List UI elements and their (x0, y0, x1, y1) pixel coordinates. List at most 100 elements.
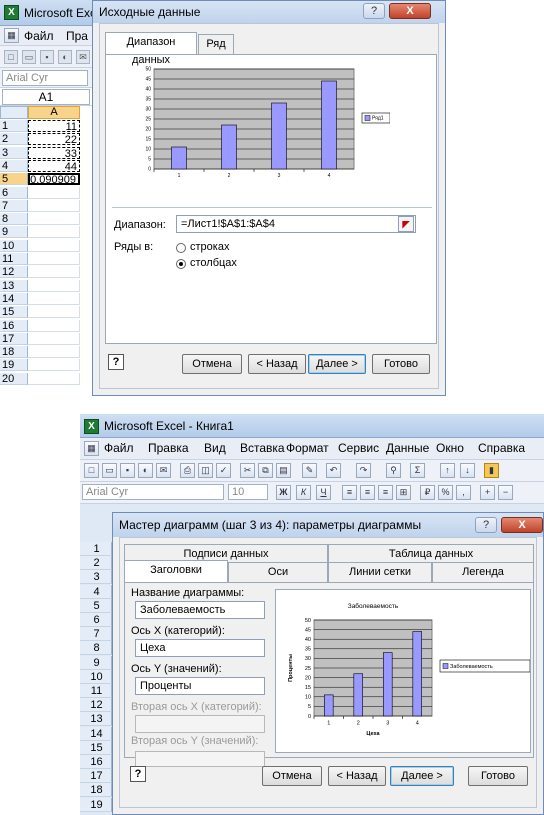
row-header[interactable]: 6 (0, 186, 28, 199)
font-name-select-2[interactable]: Arial Cyr (82, 484, 224, 500)
row-header[interactable]: 9 (80, 655, 112, 670)
menu-file-2[interactable]: Файл (104, 441, 134, 455)
new-document-icon[interactable]: □ (4, 50, 18, 64)
open-folder-icon-2[interactable]: ▭ (102, 463, 117, 478)
cell-a4[interactable]: 44 (28, 159, 80, 173)
row-header[interactable]: 5 (80, 598, 112, 613)
back-button[interactable]: < Назад (248, 354, 306, 374)
menu-format-2[interactable]: Формат (286, 441, 329, 455)
finish-button[interactable]: Готово (372, 354, 430, 374)
chart-wizard-icon[interactable]: ▮ (484, 463, 499, 478)
decrease-decimal-icon[interactable]: − (498, 485, 513, 500)
row-header[interactable]: 3 (0, 146, 28, 159)
cell-a13[interactable] (28, 279, 80, 292)
cell-a15[interactable] (28, 306, 80, 319)
wizard-close-icon[interactable]: X (501, 517, 543, 533)
row-header[interactable]: 19 (0, 359, 28, 372)
sort-ascending-icon[interactable]: ↑ (440, 463, 455, 478)
row-header[interactable]: 10 (0, 239, 28, 252)
series-in-rows-radio[interactable] (176, 243, 186, 253)
cancel-button[interactable]: Отмена (182, 354, 242, 374)
paste-icon[interactable]: ▤ (276, 463, 291, 478)
x-axis-title-input[interactable]: Цеха (135, 639, 265, 657)
wizard-help-button[interactable]: ? (130, 766, 146, 782)
bold-button[interactable]: Ж (276, 485, 291, 500)
row-header[interactable]: 11 (80, 684, 112, 698)
menu-edit[interactable]: Пра (66, 29, 88, 43)
menu-help-2[interactable]: Справка (478, 441, 525, 455)
tab-legend[interactable]: Легенда (432, 562, 534, 582)
collapse-dialog-icon[interactable]: ◤ (398, 216, 414, 232)
cell-a1[interactable]: 11 (28, 120, 80, 133)
cell-a12[interactable] (28, 266, 80, 279)
cell-a2[interactable]: 22 (28, 133, 80, 146)
open-folder-icon[interactable]: ▭ (22, 50, 36, 64)
chart-title-input[interactable]: Заболеваемость (135, 601, 265, 619)
align-center-icon[interactable]: ≡ (360, 485, 375, 500)
cell-a20[interactable] (28, 372, 80, 385)
row-header[interactable]: 17 (0, 332, 28, 345)
cell-a3[interactable]: 33 (28, 146, 80, 160)
workbook-icon-2[interactable]: ▦ (84, 441, 99, 456)
row-header[interactable]: 2 (0, 133, 28, 146)
cell-a18[interactable] (28, 346, 80, 359)
series-in-columns-radio[interactable] (176, 259, 186, 269)
row-header[interactable]: 4 (0, 159, 28, 172)
print-preview-icon[interactable]: ◫ (198, 463, 213, 478)
format-painter-icon[interactable]: ✎ (302, 463, 317, 478)
new-document-icon-2[interactable]: □ (84, 463, 99, 478)
row-header[interactable]: 15 (80, 740, 112, 755)
tab-data-table[interactable]: Таблица данных (328, 544, 534, 564)
row-header[interactable]: 7 (0, 199, 28, 212)
row-header[interactable]: 5 (0, 173, 28, 186)
row-header[interactable]: 11 (0, 253, 28, 265)
currency-icon[interactable]: ₽ (420, 485, 435, 500)
row-header[interactable]: 1 (80, 542, 112, 556)
wizard-next-button[interactable]: Далее > (390, 766, 454, 786)
row-header[interactable]: 18 (80, 783, 112, 798)
row-header[interactable]: 13 (0, 279, 28, 292)
row-header[interactable]: 20 (0, 372, 28, 385)
save-icon[interactable]: ▪ (40, 50, 54, 64)
row-header[interactable]: 19 (80, 797, 112, 812)
underline-button[interactable]: Ч (316, 485, 331, 500)
print-icon[interactable]: ⎙ (180, 463, 195, 478)
percent-icon[interactable]: % (438, 485, 453, 500)
thousands-icon[interactable]: , (456, 485, 471, 500)
tab-titles[interactable]: Заголовки (124, 560, 228, 582)
italic-button[interactable]: К (296, 485, 311, 500)
cell-a5[interactable]: 0.090909 (28, 173, 80, 186)
range-input[interactable]: =Лист1!$A$1:$A$4 (176, 215, 416, 233)
email-icon[interactable]: ✉ (76, 50, 90, 64)
row-header[interactable]: 4 (80, 584, 112, 599)
row-header[interactable]: 16 (80, 755, 112, 769)
close-icon[interactable]: X (389, 3, 431, 19)
align-left-icon[interactable]: ≡ (342, 485, 357, 500)
cell-a8[interactable] (28, 213, 80, 226)
email-icon-2[interactable]: ✉ (156, 463, 171, 478)
tab-data-range[interactable]: Диапазон данных (105, 32, 197, 66)
workbook-icon[interactable]: ▦ (4, 28, 19, 43)
menu-view-2[interactable]: Вид (204, 441, 226, 455)
permission-icon-2[interactable]: ◐ (138, 463, 153, 478)
wizard-finish-button[interactable]: Готово (468, 766, 528, 786)
wizard-help-icon-top[interactable]: ? (475, 517, 497, 533)
cell-a19[interactable] (28, 359, 80, 372)
cell-a14[interactable] (28, 292, 80, 305)
hyperlink-icon[interactable]: ⚲ (386, 463, 401, 478)
cut-icon[interactable]: ✂ (240, 463, 255, 478)
sort-descending-icon[interactable]: ↓ (460, 463, 475, 478)
row-header[interactable]: 17 (80, 769, 112, 784)
menu-data-2[interactable]: Данные (386, 441, 429, 455)
series-in-columns-label[interactable]: столбцах (190, 257, 237, 269)
copy-icon[interactable]: ⧉ (258, 463, 273, 478)
permission-icon[interactable]: ◐ (58, 50, 72, 64)
row-header[interactable]: 18 (0, 346, 28, 359)
row-header[interactable]: 12 (80, 698, 112, 713)
cell-a7[interactable] (28, 199, 80, 212)
undo-icon[interactable]: ↶ (326, 463, 341, 478)
y-axis-title-input[interactable]: Проценты (135, 677, 265, 695)
cell-a11[interactable] (28, 253, 80, 265)
autosum-icon[interactable]: Σ (410, 463, 425, 478)
wizard-cancel-button[interactable]: Отмена (262, 766, 322, 786)
